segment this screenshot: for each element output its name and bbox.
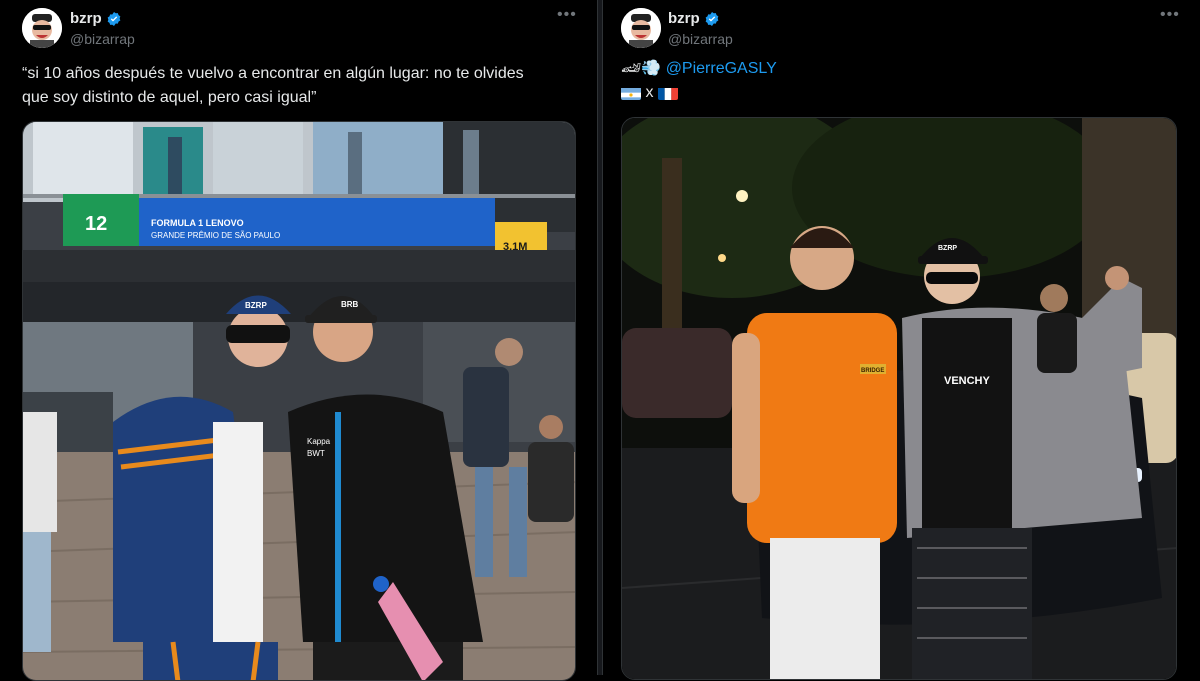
mention-link[interactable]: @PierreGASLY bbox=[666, 60, 777, 77]
handle[interactable]: @bizarrap bbox=[70, 31, 135, 47]
car-dash-emoji: 🏎💨 bbox=[621, 60, 662, 77]
display-name[interactable]: bzrp bbox=[70, 10, 122, 27]
tweet-text-line-1: 🏎💨 @PierreGASLY bbox=[621, 57, 1181, 81]
more-options-icon[interactable]: ••• bbox=[1160, 6, 1180, 24]
tweet-card-1[interactable]: bzrp @bizarrap ••• “si 10 años después t… bbox=[0, 0, 597, 681]
avatar-image bbox=[22, 8, 62, 48]
tweet-text-line-1: “si 10 años después te vuelvo a encontra… bbox=[22, 65, 524, 82]
tweet-card-2[interactable]: bzrp @bizarrap ••• 🏎💨 @PierreGASLY x BRI… bbox=[603, 0, 1200, 680]
verified-badge-icon bbox=[107, 11, 121, 26]
shirt-text: VENCHY bbox=[944, 375, 991, 387]
orange-shirt bbox=[747, 313, 897, 543]
display-name[interactable]: bzrp bbox=[668, 10, 720, 27]
avatar[interactable] bbox=[621, 8, 661, 48]
display-name-text[interactable]: bzrp bbox=[70, 10, 102, 27]
more-options-icon[interactable]: ••• bbox=[557, 6, 577, 24]
avatar-image bbox=[621, 8, 661, 48]
banner-brand: FORMULA 1 LENOVO bbox=[151, 218, 244, 228]
tweet-text: “si 10 años después te vuelvo a encontra… bbox=[22, 62, 582, 110]
tweet-photo[interactable]: BRIDGE VENCHY BZRP bbox=[621, 117, 1177, 680]
argentina-flag-icon bbox=[621, 86, 641, 100]
tweet-text: 🏎💨 @PierreGASLY x bbox=[621, 57, 1181, 105]
france-flag-icon bbox=[657, 86, 678, 100]
cap-text: BZRP bbox=[938, 245, 957, 252]
banner-number: 12 bbox=[85, 213, 107, 235]
display-name-text[interactable]: bzrp bbox=[668, 10, 700, 27]
handle[interactable]: @bizarrap bbox=[668, 31, 733, 47]
tweet-text-line-2: que soy distinto de aquel, pero casi igu… bbox=[22, 89, 317, 106]
tweet-photo[interactable]: 12 FORMULA 1 LENOVO GRANDE PRÊMIO DE SÃO… bbox=[22, 121, 576, 681]
orange-shirt-label: BRIDGE bbox=[861, 368, 884, 374]
banner-event: GRANDE PRÊMIO DE SÃO PAULO bbox=[151, 231, 280, 240]
avatar[interactable] bbox=[22, 8, 62, 48]
paddock-photo: 12 FORMULA 1 LENOVO GRANDE PRÊMIO DE SÃO… bbox=[23, 122, 575, 680]
verified-badge-icon bbox=[705, 11, 719, 26]
night-street-photo: BRIDGE VENCHY BZRP bbox=[622, 118, 1176, 679]
cap-left-text: BZRP bbox=[245, 301, 267, 310]
jacket-brand: Kappa bbox=[307, 437, 331, 446]
cap-right-text: BRB bbox=[341, 300, 359, 309]
jacket-logo: BWT bbox=[307, 449, 325, 458]
tweet-text-line-2: x bbox=[621, 81, 1181, 105]
flags-separator: x bbox=[645, 84, 654, 101]
